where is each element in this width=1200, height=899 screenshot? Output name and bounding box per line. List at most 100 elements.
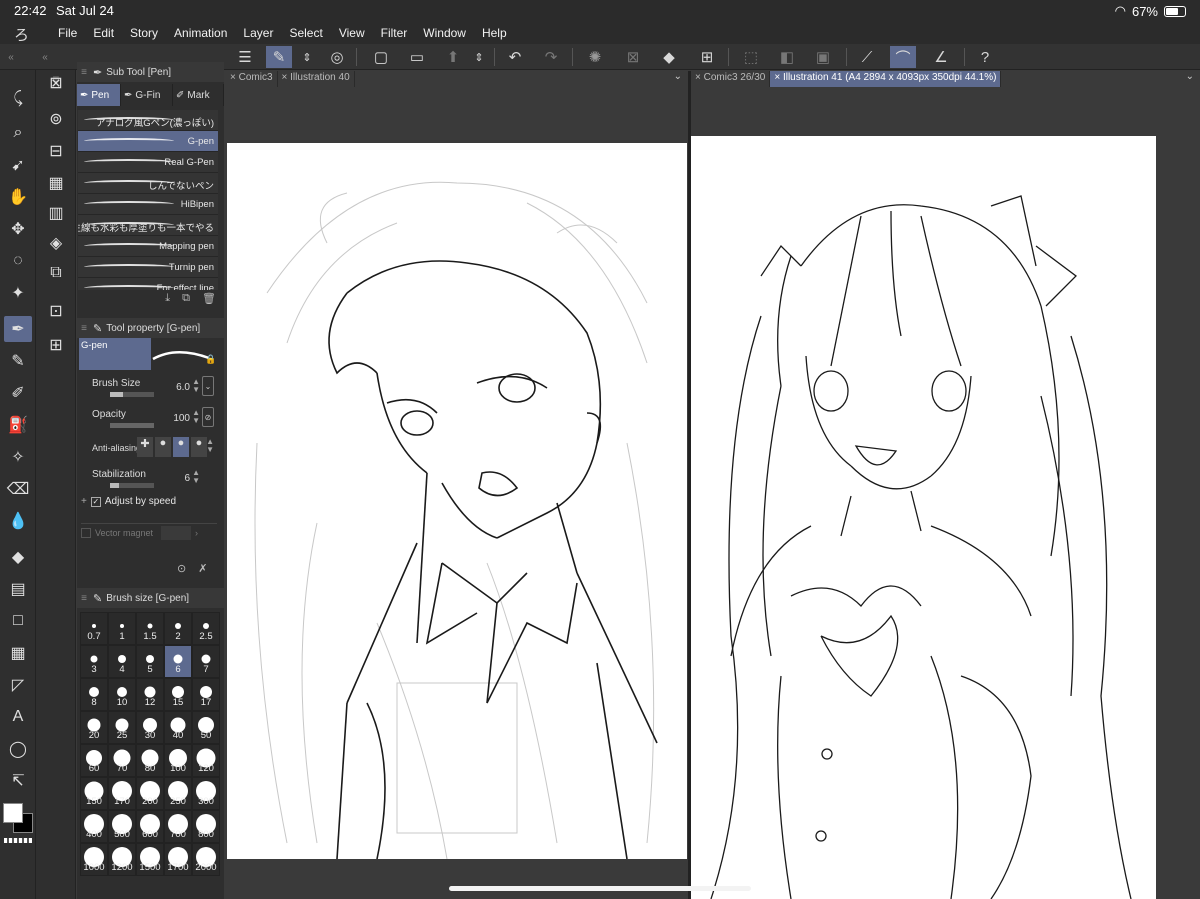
- adjust-checkbox[interactable]: ✓: [90, 496, 101, 507]
- move-icon[interactable]: ✥: [4, 216, 32, 242]
- gradient-icon[interactable]: ▤: [4, 576, 32, 602]
- menu-filter[interactable]: Filter: [373, 26, 416, 40]
- reset-icon[interactable]: ⊙: [177, 562, 186, 575]
- opacity-settings-icon[interactable]: ⊘: [202, 407, 214, 427]
- left-canvas[interactable]: [226, 87, 688, 899]
- brush-size-option[interactable]: 700: [164, 810, 192, 843]
- correct-line-icon[interactable]: ↸: [4, 768, 32, 794]
- invert-selection-icon[interactable]: ◧: [774, 46, 800, 68]
- brush-size-option[interactable]: 12: [136, 678, 164, 711]
- pressure-settings-icon[interactable]: ⌄: [202, 376, 214, 396]
- aa-strong-icon[interactable]: ●: [191, 437, 207, 457]
- brush-size-option[interactable]: 400: [80, 810, 108, 843]
- stabilization-stepper[interactable]: ▲ ▼: [192, 469, 200, 485]
- brush-size-option[interactable]: 200: [136, 777, 164, 810]
- brush-item[interactable]: G-pen: [78, 131, 218, 152]
- expand-icon[interactable]: +: [81, 496, 87, 507]
- brush-item[interactable]: HiBipen: [78, 194, 218, 215]
- app-logo-icon[interactable]: ろ: [14, 24, 29, 45]
- brush-size-option[interactable]: 25: [108, 711, 136, 744]
- vector-magnet-checkbox[interactable]: [81, 528, 91, 538]
- brush-size-option[interactable]: 1: [108, 612, 136, 645]
- right-canvas[interactable]: [691, 87, 1200, 899]
- menu-icon[interactable]: ☰: [232, 46, 258, 68]
- brush-size-option[interactable]: 600: [136, 810, 164, 843]
- illustration-40-page[interactable]: [227, 143, 687, 859]
- magic-wand-icon[interactable]: ✦: [4, 280, 32, 306]
- eyedropper-icon[interactable]: ⤹: [4, 86, 32, 112]
- blend-icon[interactable]: 💧: [4, 508, 32, 534]
- material-icon[interactable]: ⊟: [42, 138, 70, 164]
- undo-icon[interactable]: ↶: [502, 46, 528, 68]
- menu-view[interactable]: View: [331, 26, 373, 40]
- pen-tool-icon[interactable]: ✒: [4, 316, 32, 342]
- save-icon[interactable]: ⬆: [440, 46, 466, 68]
- pencil-icon[interactable]: ✎: [4, 348, 32, 374]
- fill-tool-icon[interactable]: ◆: [4, 544, 32, 570]
- clear-icon[interactable]: ⊠: [620, 46, 646, 68]
- loading-icon[interactable]: ✺: [582, 46, 608, 68]
- brush-size-option[interactable]: 10: [108, 678, 136, 711]
- brush-size-option[interactable]: 8: [80, 678, 108, 711]
- brush-size-option[interactable]: 500: [108, 810, 136, 843]
- new-file-icon[interactable]: ▢: [368, 46, 394, 68]
- wrench-icon[interactable]: ✗: [198, 562, 207, 575]
- frame-icon[interactable]: ▦: [4, 640, 32, 666]
- timeline-icon[interactable]: ▥: [42, 200, 70, 226]
- mode-switch-icon[interactable]: ⇕: [298, 46, 316, 68]
- brush-size-option[interactable]: 5: [136, 645, 164, 678]
- brush-size-option[interactable]: 60: [80, 744, 108, 777]
- animation-cels-icon[interactable]: ⊡: [42, 298, 70, 324]
- help-icon[interactable]: ?: [972, 46, 998, 68]
- brush-size-option[interactable]: 800: [192, 810, 220, 843]
- document-tab[interactable]: × Illustration 40: [278, 71, 355, 87]
- menu-animation[interactable]: Animation: [166, 26, 235, 40]
- eraser-icon[interactable]: ⌫: [4, 476, 32, 502]
- edit-mode-icon[interactable]: ✎: [266, 46, 292, 68]
- brush-size-option[interactable]: 17: [192, 678, 220, 711]
- panel-handle-icon[interactable]: ≡: [77, 593, 91, 604]
- layer-search-icon[interactable]: ⊞: [42, 332, 70, 358]
- tab-marker[interactable]: ✐ Mark: [173, 84, 224, 106]
- brush-ruler-icon[interactable]: ⌒: [890, 46, 916, 68]
- chevron-down-icon[interactable]: ⌄: [674, 71, 682, 82]
- brush-size-option[interactable]: 6: [164, 645, 192, 678]
- figure-icon[interactable]: □: [4, 608, 32, 634]
- opacity-stepper[interactable]: ▲ ▼: [192, 409, 200, 425]
- chevron-right-icon[interactable]: ›: [195, 528, 198, 538]
- ruler-tool-icon[interactable]: ◸: [4, 672, 32, 698]
- brush-size-option[interactable]: 15: [164, 678, 192, 711]
- duplicate-icon[interactable]: ⧉: [182, 292, 190, 310]
- brush-size-option[interactable]: 2.5: [192, 612, 220, 645]
- main-color-swatch[interactable]: [3, 803, 23, 823]
- aa-weak-icon[interactable]: ●: [155, 437, 171, 457]
- panel-handle-icon[interactable]: ≡: [77, 323, 91, 334]
- document-tab[interactable]: × Comic3: [226, 71, 278, 87]
- brush-size-option[interactable]: 300: [192, 777, 220, 810]
- fill-icon[interactable]: ◆: [656, 46, 682, 68]
- ruler-icon[interactable]: ⟋: [854, 46, 880, 68]
- aa-stepper[interactable]: ▲ ▼: [206, 438, 214, 454]
- decoration-icon[interactable]: ✧: [4, 444, 32, 470]
- brush-size-option[interactable]: 1700: [164, 843, 192, 876]
- brush-size-option[interactable]: 150: [80, 777, 108, 810]
- collapse-toolbar-icon[interactable]: «: [38, 46, 52, 68]
- close-window-icon[interactable]: ⊠: [42, 70, 70, 96]
- layer-property-icon[interactable]: ⧉: [42, 260, 70, 286]
- brush-size-option[interactable]: 2000: [192, 843, 220, 876]
- brush-size-option[interactable]: 1.5: [136, 612, 164, 645]
- brush-size-option[interactable]: 1200: [108, 843, 136, 876]
- brush-size-option[interactable]: 120: [192, 744, 220, 777]
- document-tab[interactable]: × Illustration 41 (A4 2894 x 4093px 350d…: [770, 71, 1002, 87]
- navigator-icon[interactable]: ⊚: [42, 106, 70, 132]
- brush-size-option[interactable]: 170: [108, 777, 136, 810]
- close-tab-icon[interactable]: ×: [230, 72, 239, 83]
- collapse-left-icon[interactable]: «: [4, 46, 18, 68]
- snap-icon[interactable]: ∠: [928, 46, 954, 68]
- airbrush-icon[interactable]: ⛽: [4, 412, 32, 438]
- brush-size-stepper[interactable]: ▲ ▼: [192, 378, 200, 394]
- brush-item[interactable]: Real G-Pen: [78, 152, 218, 173]
- brush-size-option[interactable]: 50: [192, 711, 220, 744]
- open-file-icon[interactable]: ▭: [404, 46, 430, 68]
- close-tab-icon[interactable]: ×: [695, 72, 704, 83]
